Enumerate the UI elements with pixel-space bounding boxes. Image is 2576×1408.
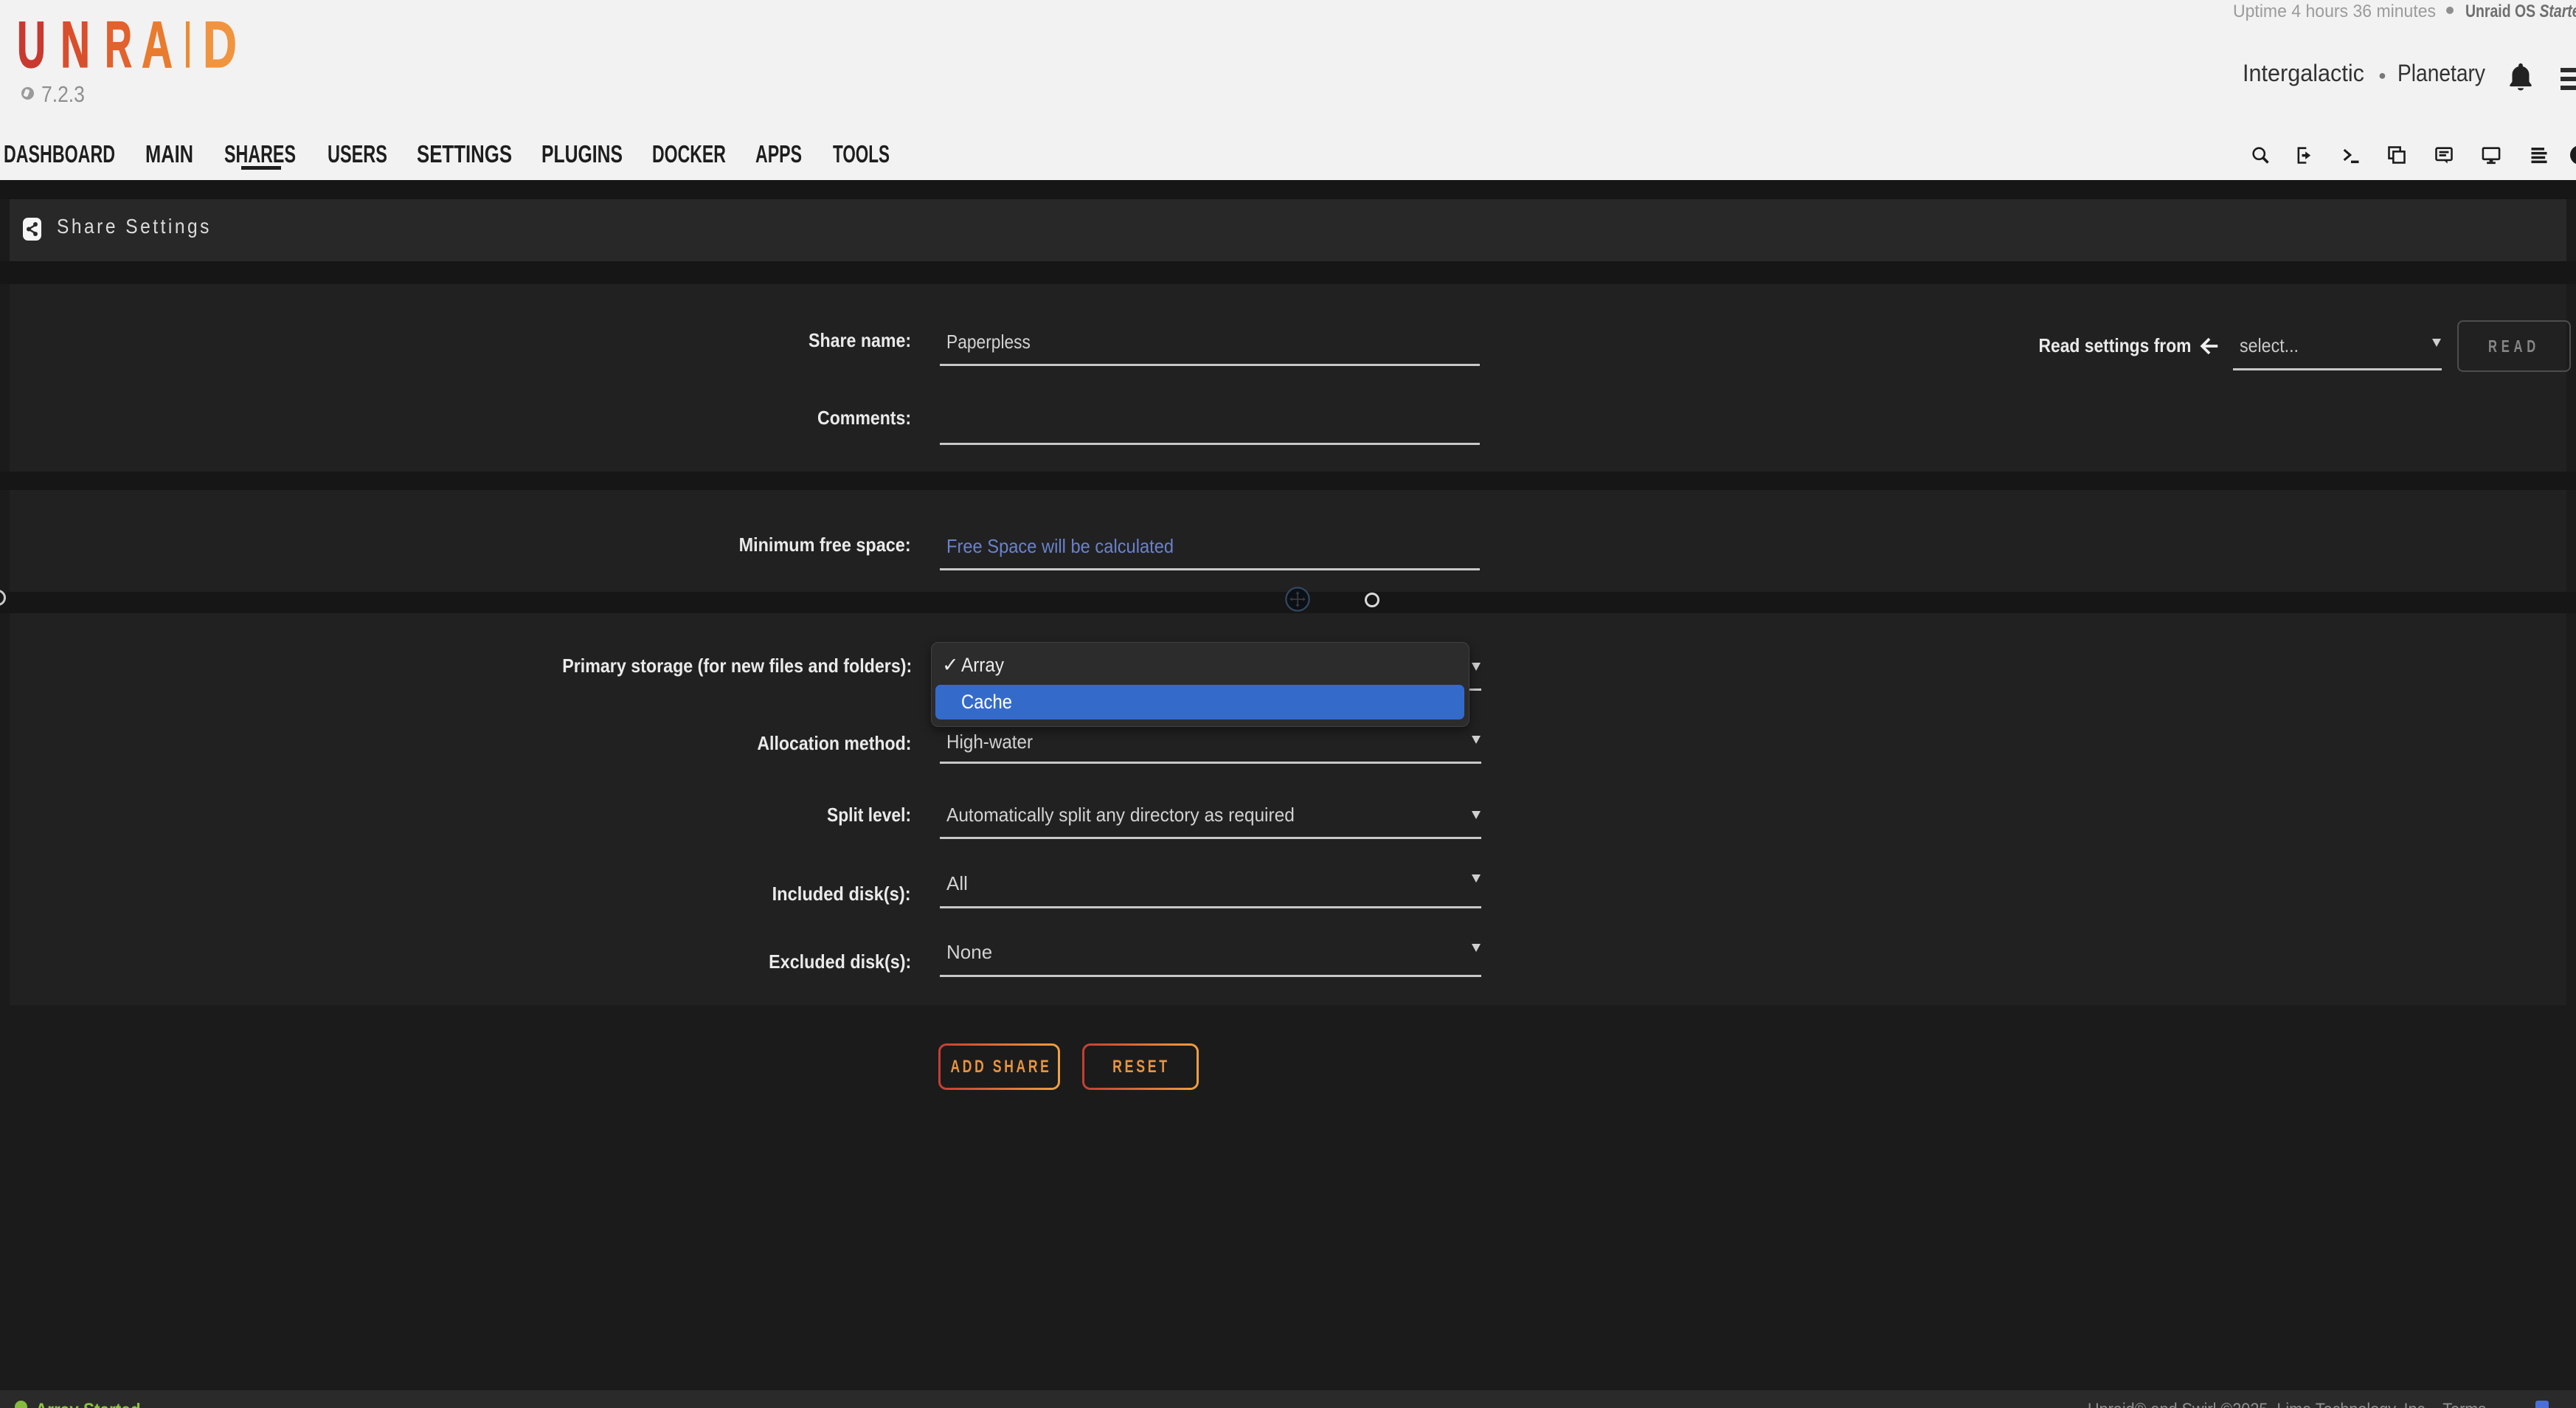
svg-text:U: U (17, 8, 46, 70)
svg-text:A: A (142, 8, 173, 70)
svg-text:D: D (203, 8, 237, 70)
svg-text:N: N (60, 8, 90, 70)
svg-text:R: R (105, 8, 132, 70)
svg-text:I: I (184, 8, 191, 70)
